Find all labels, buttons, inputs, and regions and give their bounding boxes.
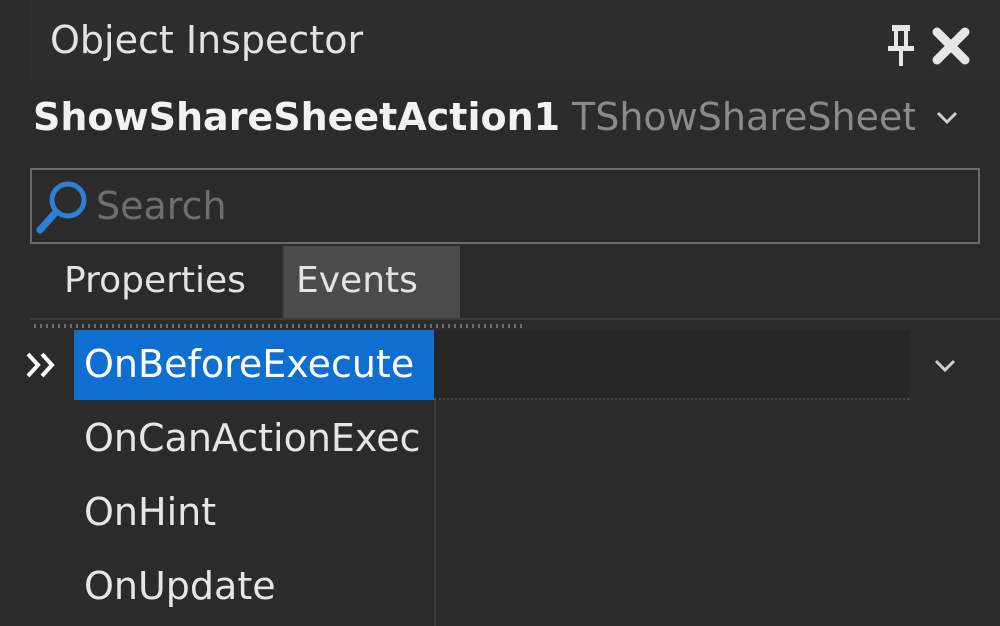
search-icon [34, 176, 94, 236]
event-row[interactable]: OnUpdate [74, 552, 1000, 626]
events-grid: OnBeforeExecute OnCanActionExec OnHint O… [0, 330, 1000, 626]
chevron-down-icon[interactable] [930, 100, 964, 134]
object-name: ShowShareSheetAction1 [33, 95, 561, 139]
search-input[interactable] [96, 170, 966, 242]
panel-title: Object Inspector [50, 18, 364, 62]
tab-divider [30, 318, 1000, 320]
object-selector[interactable]: ShowShareSheetAction1 TShowShareSheet [30, 82, 915, 152]
event-row[interactable]: OnCanActionExec [74, 404, 1000, 478]
object-selector-row: ShowShareSheetAction1 TShowShareSheet [30, 82, 1000, 152]
dotted-separator [34, 324, 524, 328]
event-name[interactable]: OnUpdate [74, 552, 434, 622]
close-icon[interactable] [930, 22, 972, 68]
event-name[interactable]: OnBeforeExecute [74, 330, 434, 400]
double-chevron-right-icon [24, 348, 64, 382]
pin-icon[interactable] [882, 22, 922, 68]
search-box [30, 168, 980, 244]
object-type: TShowShareSheet [572, 95, 915, 139]
event-name[interactable]: OnCanActionExec [74, 404, 434, 474]
event-row[interactable]: OnHint [74, 478, 1000, 552]
chevron-down-icon[interactable] [910, 330, 980, 400]
tab-properties[interactable]: Properties [30, 246, 280, 318]
event-value-field[interactable] [434, 330, 909, 400]
event-name[interactable]: OnHint [74, 478, 434, 548]
tab-bar: Properties Events [30, 246, 1000, 318]
tab-events[interactable]: Events [282, 246, 460, 318]
